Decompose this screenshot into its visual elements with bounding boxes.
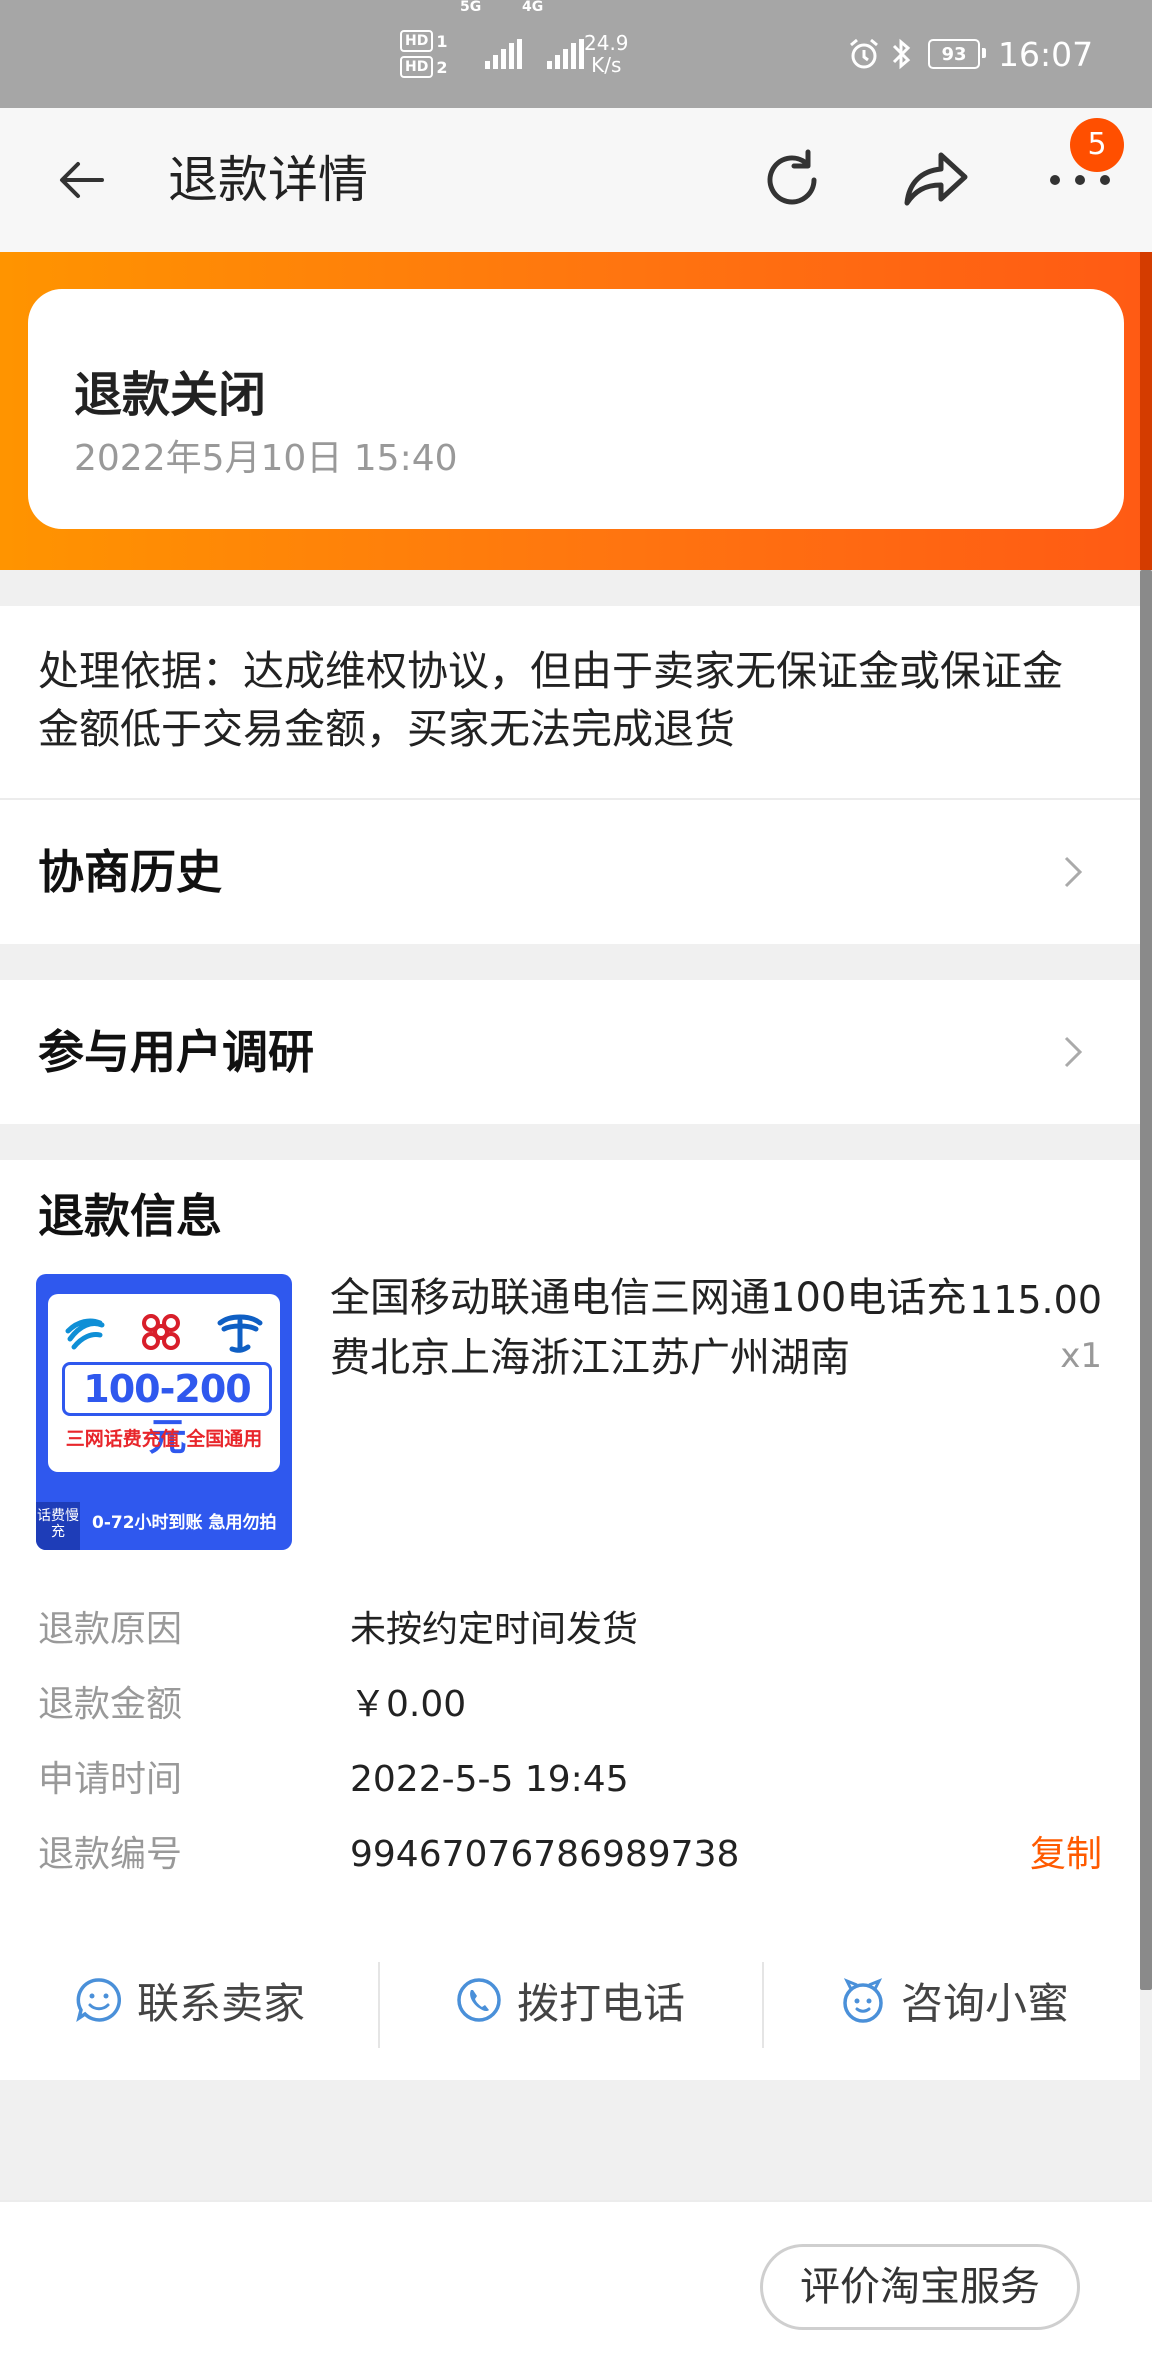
call-phone-button[interactable]: 拨打电话 bbox=[380, 1920, 760, 2080]
china-mobile-logo-icon bbox=[65, 1318, 105, 1350]
field-value: 99467076786989738 bbox=[350, 1834, 740, 1875]
processing-basis: 处理依据：达成维权协议，但由于卖家无保证金或保证金金额低于交易金额，买家无法完成… bbox=[0, 606, 1140, 798]
field-label: 申请时间 bbox=[38, 1759, 183, 1800]
hd-badge: HD bbox=[400, 30, 434, 52]
network-speed: 24.9 K/s bbox=[584, 31, 629, 77]
field-value: 未按约定时间发货 bbox=[350, 1609, 639, 1650]
thumbnail-amount: 100-200元 bbox=[62, 1362, 272, 1459]
signal-icon: 5G bbox=[460, 0, 523, 108]
processing-basis-text: 处理依据：达成维权协议，但由于卖家无保证金或保证金金额低于交易金额，买家无法完成… bbox=[38, 647, 1063, 753]
china-telecom-logo-icon bbox=[217, 1314, 263, 1353]
user-survey-row[interactable]: 参与用户调研 bbox=[0, 980, 1140, 1124]
field-value: 2022-5-5 19:45 bbox=[350, 1759, 629, 1800]
china-unicom-logo-icon bbox=[141, 1314, 180, 1350]
product-quantity: x1 bbox=[1060, 1336, 1102, 1376]
apply-time-row: 申请时间 2022-5-5 19:45 bbox=[38, 1750, 1102, 1810]
back-arrow-icon bbox=[60, 162, 104, 198]
footer-bar: 评价淘宝服务 bbox=[0, 2200, 1152, 2376]
ask-assistant-label: 咨询小蜜 bbox=[900, 1978, 1069, 2028]
call-phone-label: 拨打电话 bbox=[516, 1978, 685, 2028]
evaluate-service-button[interactable]: 评价淘宝服务 bbox=[760, 2244, 1080, 2330]
notification-badge: 5 bbox=[1070, 118, 1124, 172]
copy-button[interactable]: 复制 bbox=[1030, 1825, 1102, 1885]
carrier-logos bbox=[48, 1306, 280, 1358]
share-icon bbox=[904, 152, 968, 206]
assistant-face-icon bbox=[843, 1978, 883, 2023]
refund-reason-row: 退款原因 未按约定时间发货 bbox=[38, 1600, 1102, 1660]
chevron-right-icon bbox=[1064, 856, 1083, 888]
back-button[interactable] bbox=[42, 140, 122, 220]
refresh-button[interactable] bbox=[752, 140, 832, 220]
share-button[interactable] bbox=[896, 140, 976, 220]
chevron-right-icon bbox=[1064, 1036, 1083, 1068]
contact-seller-label: 联系卖家 bbox=[136, 1978, 305, 2028]
status-bar: HD 1 HD 2 5G 4G 24.9 K/s 93 16:07 bbox=[0, 0, 1152, 108]
thumbnail-badge: 话费慢充 bbox=[36, 1502, 80, 1550]
thumbnail-eta: 0-72小时到账 急用勿拍 bbox=[92, 1513, 277, 1533]
field-label: 退款编号 bbox=[38, 1834, 183, 1875]
contact-seller-button[interactable]: 联系卖家 bbox=[0, 1920, 380, 2080]
refund-info-title: 退款信息 bbox=[38, 1189, 222, 1243]
sim-indicators: HD 1 HD 2 bbox=[400, 0, 447, 108]
battery-icon: 93 bbox=[928, 0, 986, 108]
banner-edge bbox=[1140, 252, 1152, 570]
refund-status-datetime: 2022年5月10日 15:40 bbox=[74, 438, 458, 479]
ask-assistant-button[interactable]: 咨询小蜜 bbox=[764, 1920, 1144, 2080]
product-price: 115.00 bbox=[969, 1278, 1102, 1322]
refresh-icon bbox=[767, 149, 817, 205]
phone-icon bbox=[457, 1978, 501, 2022]
user-survey-label: 参与用户调研 bbox=[38, 1025, 314, 1079]
product-name[interactable]: 全国移动联通电信三网通100电话充费北京上海浙江江苏广州湖南 bbox=[330, 1268, 970, 1388]
field-value: ￥0.00 bbox=[350, 1684, 467, 1725]
product-thumbnail[interactable]: 100-200元 三网话费充值 全国通用 话费慢充 0-72小时到账 急用勿拍 bbox=[36, 1274, 292, 1550]
scrollbar[interactable] bbox=[1140, 570, 1152, 1990]
refund-amount-row: 退款金额 ￥0.00 bbox=[38, 1675, 1102, 1735]
page-title: 退款详情 bbox=[168, 151, 368, 209]
app-bar: 退款详情 bbox=[0, 108, 1152, 252]
clock: 16:07 bbox=[998, 34, 1094, 74]
refund-status-title: 退款关闭 bbox=[74, 367, 267, 423]
action-bar: 联系卖家 拨打电话 咨询小蜜 bbox=[0, 1920, 1140, 2080]
field-label: 退款金额 bbox=[38, 1684, 183, 1725]
negotiation-history-row[interactable]: 协商历史 bbox=[0, 800, 1140, 944]
bluetooth-icon bbox=[890, 0, 914, 108]
thumbnail-subtitle: 三网话费充值 全国通用 bbox=[65, 1428, 263, 1450]
field-label: 退款原因 bbox=[38, 1609, 183, 1650]
chat-smile-icon bbox=[76, 1978, 122, 2022]
hd-badge: HD bbox=[400, 56, 434, 78]
negotiation-history-label: 协商历史 bbox=[38, 845, 222, 899]
alarm-icon bbox=[846, 0, 882, 108]
refund-status-card: 退款关闭 2022年5月10日 15:40 bbox=[28, 289, 1124, 529]
signal-icon-2: 4G bbox=[522, 0, 585, 108]
refund-number-row: 退款编号 99467076786989738 复制 bbox=[38, 1825, 1102, 1885]
